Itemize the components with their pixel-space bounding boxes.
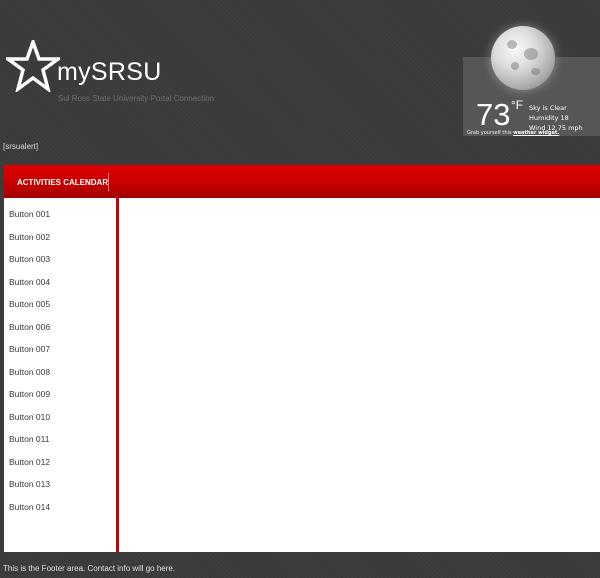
sidebar-button-012[interactable]: Button 012 — [4, 451, 116, 474]
sidebar-button-list: Button 001 Button 002 Button 003 Button … — [4, 203, 116, 518]
nav-divider — [108, 173, 109, 191]
sidebar-button-009[interactable]: Button 009 — [4, 383, 116, 406]
moon-icon — [491, 26, 555, 90]
footer-text: This is the Footer area. Contact info wi… — [3, 564, 176, 573]
weather-condition: Sky is Clear — [529, 104, 567, 112]
header: mySRSU Sul Ross State University Portal … — [0, 0, 600, 160]
site-title[interactable]: mySRSU — [57, 58, 162, 87]
weather-humidity: Humidity 18 — [529, 114, 569, 122]
sidebar-button-005[interactable]: Button 005 — [4, 293, 116, 316]
weather-credit-text: Grab yourself this — [467, 130, 514, 136]
nav-bar: ACTIVITIES CALENDAR — [4, 165, 600, 198]
nav-item-activities-calendar[interactable]: ACTIVITIES CALENDAR — [17, 178, 108, 187]
weather-unit: °F — [511, 98, 524, 112]
sidebar: Button 001 Button 002 Button 003 Button … — [4, 198, 119, 552]
weather-temperature: 73 — [476, 97, 511, 132]
site-tagline: Sul Ross State University Portal Connect… — [58, 94, 215, 103]
star-logo-icon — [6, 40, 60, 92]
sidebar-button-013[interactable]: Button 013 — [4, 473, 116, 496]
sidebar-button-003[interactable]: Button 003 — [4, 248, 116, 271]
sidebar-button-002[interactable]: Button 002 — [4, 226, 116, 249]
main-content-area — [119, 198, 600, 552]
sidebar-button-011[interactable]: Button 011 — [4, 428, 116, 451]
sidebar-button-014[interactable]: Button 014 — [4, 496, 116, 519]
srsu-alert: [srsualert] — [3, 142, 39, 151]
sidebar-button-010[interactable]: Button 010 — [4, 406, 116, 429]
sidebar-button-008[interactable]: Button 008 — [4, 361, 116, 384]
sidebar-button-006[interactable]: Button 006 — [4, 316, 116, 339]
sidebar-button-004[interactable]: Button 004 — [4, 271, 116, 294]
weather-credit: Grab yourself this weather widget. — [467, 130, 559, 136]
sidebar-button-007[interactable]: Button 007 — [4, 338, 116, 361]
weather-widget-link[interactable]: weather widget. — [513, 130, 559, 136]
sidebar-button-001[interactable]: Button 001 — [4, 203, 116, 226]
